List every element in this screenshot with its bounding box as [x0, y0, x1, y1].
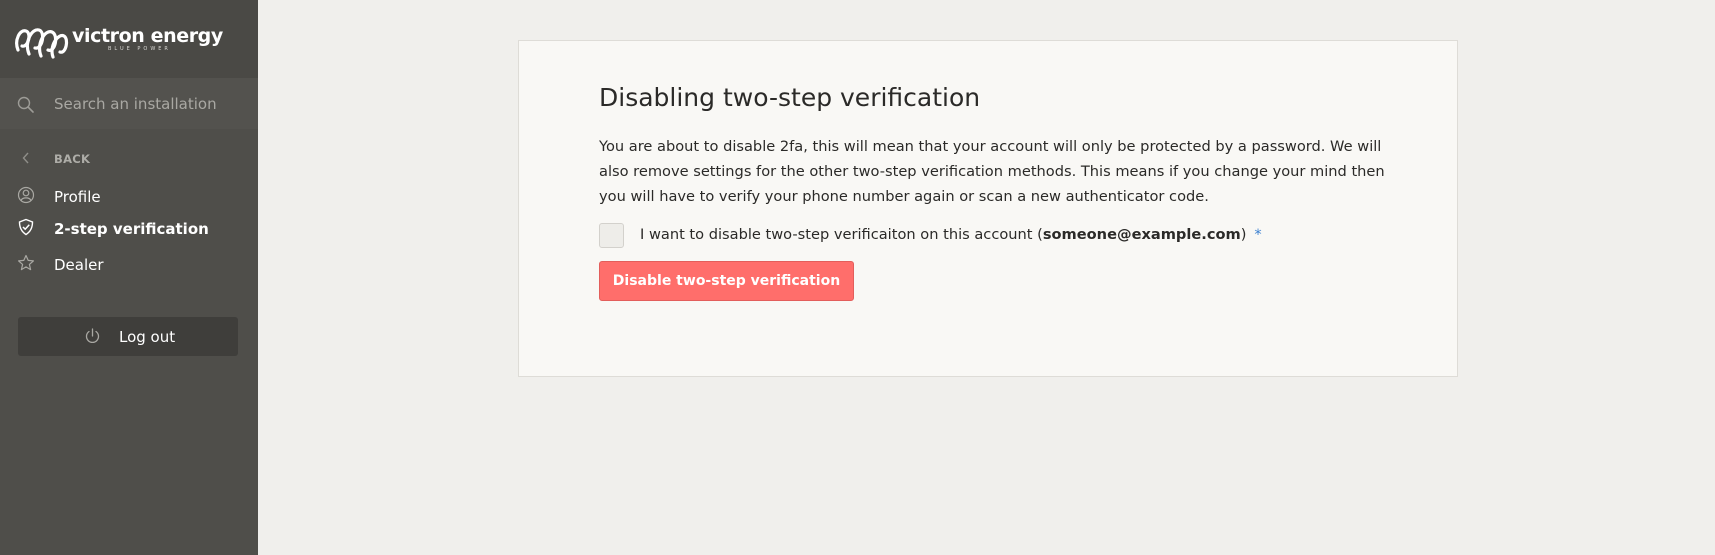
power-icon — [85, 328, 100, 343]
logo[interactable]: victron energy BLUE POWER — [0, 0, 258, 78]
back-label: BACK — [54, 152, 91, 166]
confirm-label-suffix: ) — [1240, 226, 1247, 243]
sidebar-item-dealer[interactable]: Dealer — [0, 250, 258, 278]
disable-2fa-card: Disabling two-step verification You are … — [518, 40, 1458, 377]
profile-icon — [17, 186, 35, 204]
confirm-label: I want to disable two-step verificaiton … — [640, 226, 1262, 243]
sidebar-item-label: 2-step verification — [54, 220, 209, 238]
account-email: someone@example.com — [1042, 226, 1241, 243]
logout-label: Log out — [119, 328, 176, 346]
confirm-checkbox[interactable] — [599, 223, 624, 248]
shield-check-icon — [18, 218, 34, 236]
brand-tagline: BLUE POWER — [108, 46, 171, 52]
sidebar-item-2-step-verification[interactable]: 2-step verification — [0, 214, 258, 242]
star-icon — [18, 254, 34, 271]
search-input[interactable] — [54, 92, 244, 116]
page-title: Disabling two-step verification — [599, 83, 981, 112]
sidebar-item-label: Profile — [54, 188, 101, 206]
logout-button[interactable]: Log out — [18, 317, 238, 356]
search-icon — [17, 96, 34, 113]
warning-description: You are about to disable 2fa, this will … — [599, 138, 1385, 205]
confirm-label-prefix: I want to disable two-step verificaiton … — [640, 226, 1043, 243]
sidebar-item-profile[interactable]: Profile — [0, 182, 258, 210]
back-link[interactable]: BACK — [0, 148, 258, 170]
brand-name: victron energy — [72, 25, 223, 47]
required-marker: * — [1254, 226, 1262, 243]
disable-2fa-button[interactable]: Disable two-step verification — [599, 261, 854, 301]
victron-logo-icon — [15, 28, 69, 59]
sidebar-item-label: Dealer — [54, 256, 104, 274]
search-bar — [0, 78, 258, 129]
sidebar: victron energy BLUE POWER BACK Profile 2… — [0, 0, 258, 555]
chevron-left-icon — [22, 152, 29, 164]
